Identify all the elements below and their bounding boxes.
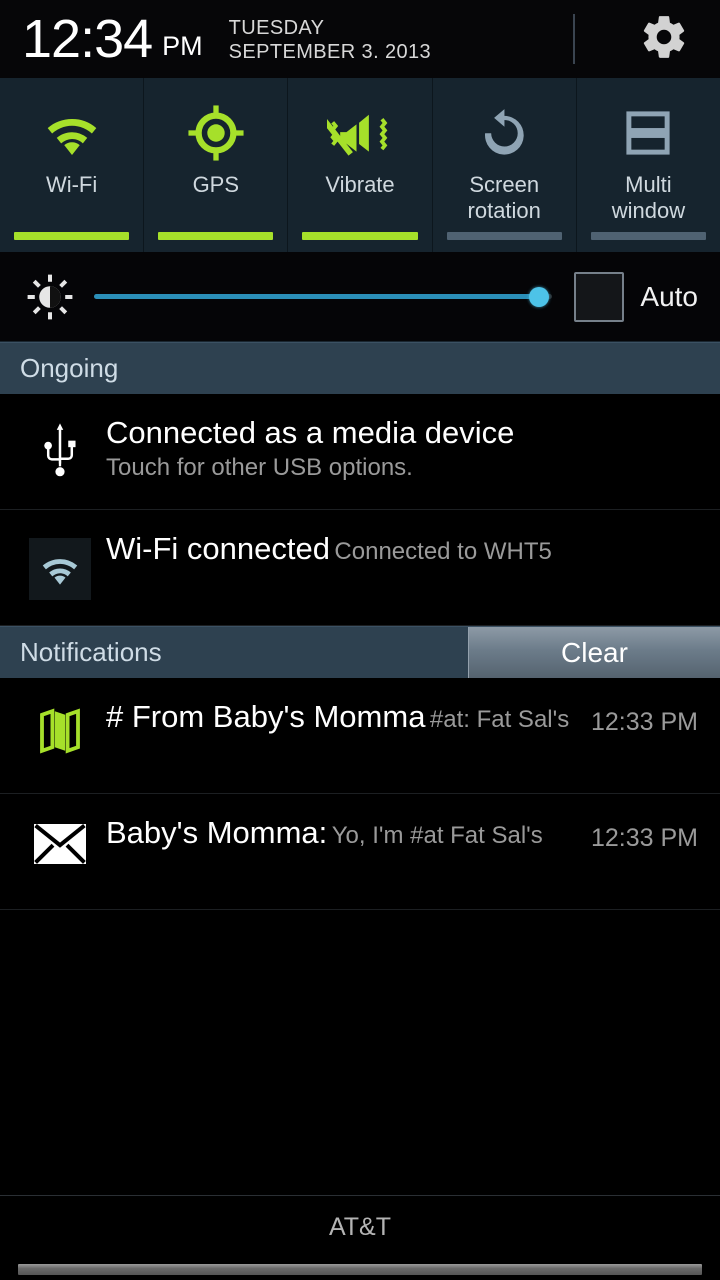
brightness-row: Auto	[0, 252, 720, 342]
quick-setting-label-gps: GPS	[192, 172, 240, 197]
brightness-slider-fill	[94, 294, 539, 299]
quick-setting-label-vibrate: Vibrate	[325, 172, 395, 197]
notification-shade: 12:34 PM TUESDAY SEPTEMBER 3. 2013 Wi-Fi…	[0, 0, 720, 1280]
vibrate-mute-icon	[327, 100, 393, 166]
drag-handle[interactable]	[18, 1263, 702, 1275]
wifi-connected-icon	[22, 530, 98, 600]
notification-body: Wi-Fi connected Connected to WHT5	[98, 530, 698, 568]
notification-icon-tile	[29, 538, 91, 600]
quick-setting-label-screen-rotation: Screen rotation	[467, 172, 541, 223]
quick-setting-label-wifi: Wi-Fi	[45, 172, 98, 197]
quick-setting-screen-rotation[interactable]: Screen rotation	[433, 78, 577, 252]
carrier-footer: AT&T	[0, 1195, 720, 1258]
quick-settings-row: Wi-Fi GPS Vibrate Screen rotation Multi …	[0, 78, 720, 252]
clear-notifications-button[interactable]: Clear	[468, 627, 720, 678]
notification-body: # From Baby's Momma #at: Fat Sal's	[98, 698, 581, 736]
status-bar: 12:34 PM TUESDAY SEPTEMBER 3. 2013	[0, 0, 720, 78]
shade-handle-area[interactable]	[0, 1258, 720, 1280]
notification-wifi-connected[interactable]: Wi-Fi connected Connected to WHT5	[0, 510, 720, 626]
quick-setting-vibrate[interactable]: Vibrate	[288, 78, 433, 252]
quick-setting-gps[interactable]: GPS	[144, 78, 289, 252]
notification-usb[interactable]: Connected as a media device Touch for ot…	[0, 394, 720, 510]
brightness-icon	[22, 273, 78, 321]
quick-setting-wifi[interactable]: Wi-Fi	[0, 78, 145, 252]
status-divider	[573, 14, 575, 64]
usb-icon	[22, 414, 98, 480]
auto-brightness-label: Auto	[640, 280, 698, 312]
settings-button[interactable]	[636, 11, 692, 67]
quick-setting-state-bar-wifi	[14, 232, 130, 240]
wifi-icon	[41, 100, 103, 166]
rotate-ccw-icon	[477, 100, 531, 166]
notification-subtitle: Connected to WHT5	[334, 538, 552, 565]
notification-title: # From Baby's Momma	[106, 699, 426, 734]
section-title-notifications: Notifications	[20, 637, 162, 667]
brightness-slider[interactable]	[94, 282, 553, 312]
auto-brightness-checkbox[interactable]	[574, 271, 625, 322]
clock-ampm: PM	[162, 30, 203, 61]
quick-setting-label-multi-window: Multi window	[611, 172, 686, 223]
envelope-icon	[22, 814, 98, 866]
quick-setting-state-bar-multi-window	[590, 232, 707, 240]
notification-time: 12:33 PM	[590, 824, 698, 852]
date-block: TUESDAY SEPTEMBER 3. 2013	[229, 16, 431, 64]
notification-from-babys-momma[interactable]: # From Baby's Momma #at: Fat Sal's 12:33…	[0, 678, 720, 794]
quick-setting-multi-window[interactable]: Multi window	[577, 78, 720, 252]
map-icon	[22, 698, 98, 756]
clear-button-label: Clear	[561, 636, 628, 668]
notification-body: Baby's Momma: Yo, I'm #at Fat Sal's	[98, 814, 581, 852]
section-header-notifications: Notifications Clear	[0, 626, 720, 678]
quick-setting-state-bar-screen-rotation	[446, 232, 562, 240]
brightness-slider-thumb[interactable]	[528, 286, 549, 307]
section-title-ongoing: Ongoing	[20, 353, 119, 383]
notification-body: Connected as a media device Touch for ot…	[98, 414, 698, 484]
quick-setting-state-bar-gps	[158, 232, 274, 240]
quick-setting-state-bar-vibrate	[302, 232, 418, 240]
notification-subtitle: #at: Fat Sal's	[429, 706, 570, 733]
date-full: SEPTEMBER 3. 2013	[228, 41, 432, 63]
notification-sms-babys-momma[interactable]: Baby's Momma: Yo, I'm #at Fat Sal's 12:3…	[0, 794, 720, 910]
section-header-ongoing: Ongoing	[0, 342, 720, 394]
notification-title: Connected as a media device	[106, 415, 515, 450]
notification-title: Wi-Fi connected	[106, 531, 330, 566]
carrier-label: AT&T	[328, 1212, 392, 1241]
empty-area	[0, 910, 720, 1195]
multi-window-icon	[621, 100, 675, 166]
gps-crosshair-icon	[187, 100, 245, 166]
date-day-of-week: TUESDAY	[228, 17, 325, 39]
notification-subtitle: Yo, I'm #at Fat Sal's	[331, 822, 543, 849]
clock-time: 12:34	[22, 9, 153, 69]
notification-time: 12:33 PM	[590, 708, 698, 736]
notification-title: Baby's Momma:	[106, 815, 328, 850]
notification-subtitle: Touch for other USB options.	[106, 454, 413, 481]
gear-icon	[639, 12, 689, 67]
